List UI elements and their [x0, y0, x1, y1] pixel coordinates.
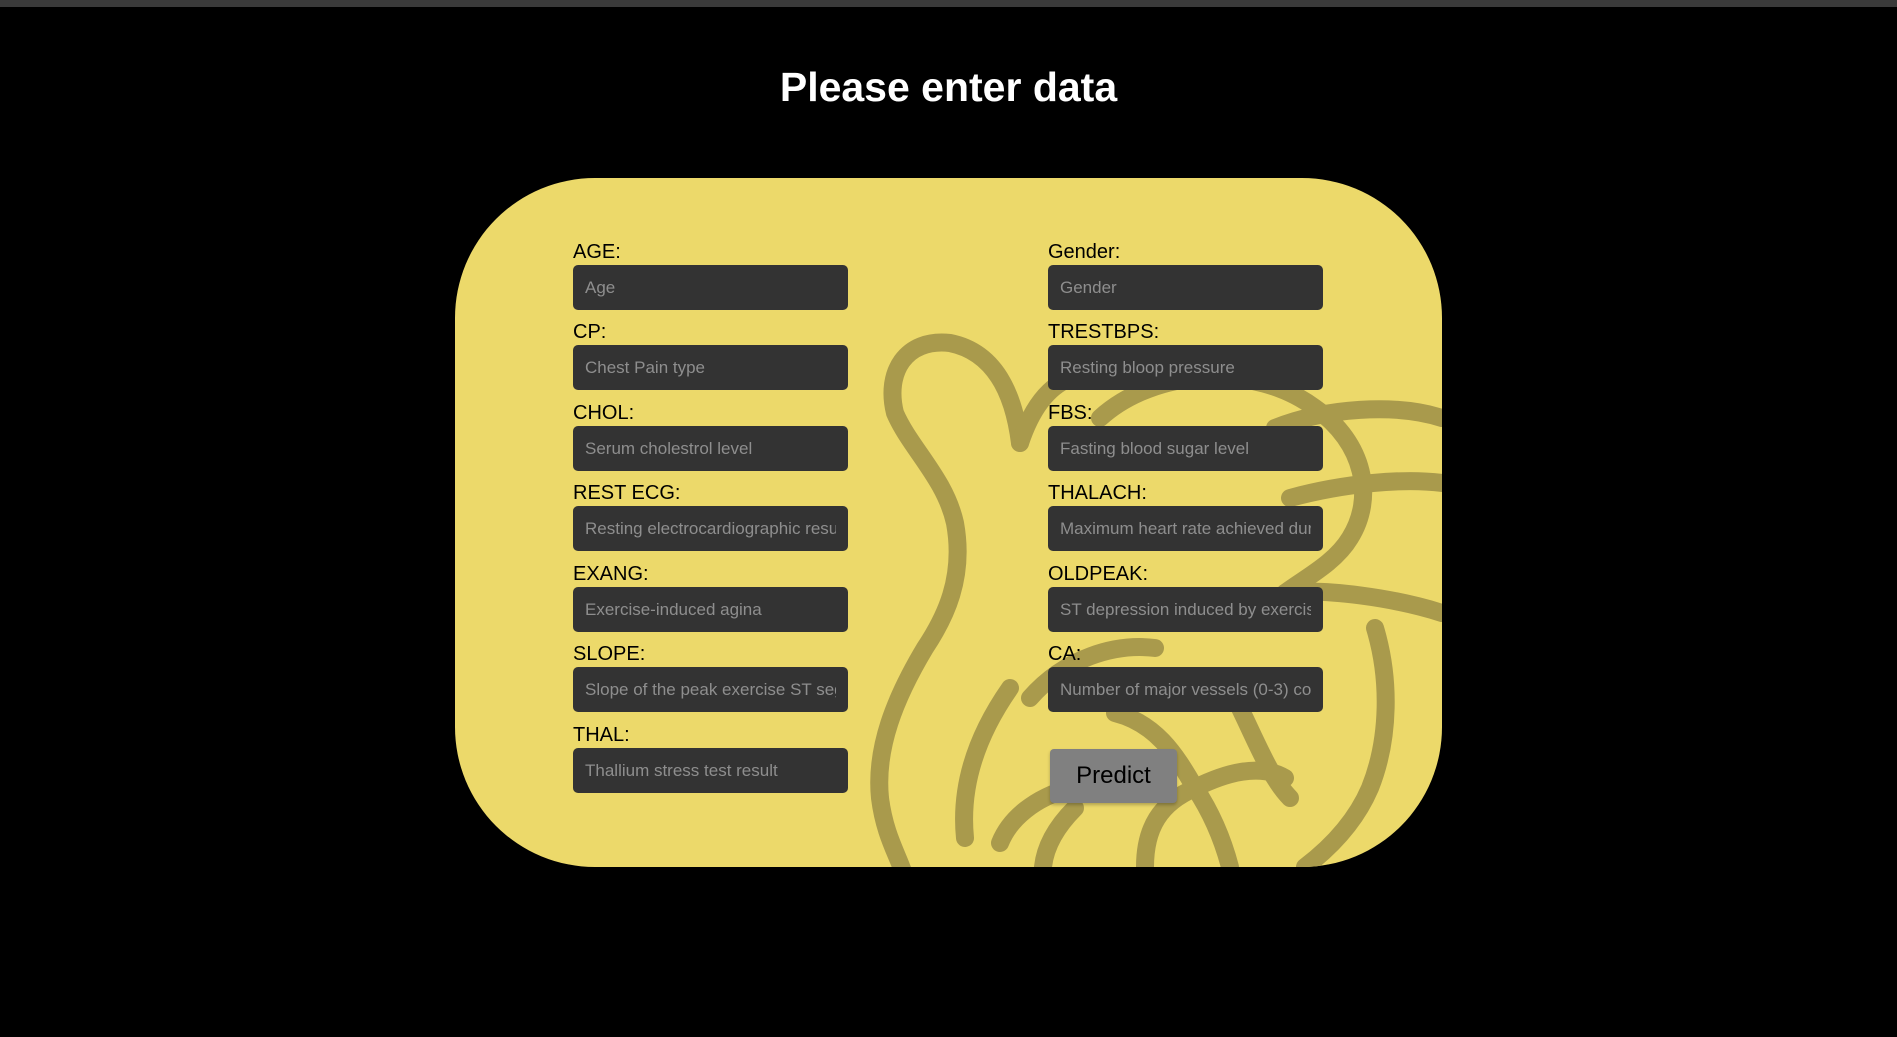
field-oldpeak: OLDPEAK:	[1048, 563, 1323, 632]
field-fbs: FBS:	[1048, 402, 1323, 471]
predict-button[interactable]: Predict	[1050, 749, 1177, 803]
field-label: Gender:	[1048, 241, 1121, 263]
field-gender: Gender:	[1048, 241, 1323, 310]
field-label: CHOL:	[573, 402, 635, 424]
field-label: AGE:	[573, 241, 621, 263]
field-cp: CP:	[573, 321, 848, 390]
field-label: CP:	[573, 321, 607, 343]
page-title: Please enter data	[779, 64, 1118, 110]
field-exang: EXANG:	[573, 563, 848, 632]
prediction-form-card: AGE: CP: CHOL: REST ECG: EXANG: SLOPE: T…	[455, 178, 1442, 867]
chol-input[interactable]	[573, 426, 848, 471]
trestbps-input[interactable]	[1048, 345, 1323, 390]
exang-input[interactable]	[573, 587, 848, 632]
field-thalach: THALACH:	[1048, 482, 1323, 551]
field-ca: CA:	[1048, 643, 1323, 712]
field-label: REST ECG:	[573, 482, 681, 504]
field-label: CA:	[1048, 643, 1082, 665]
thal-input[interactable]	[573, 748, 848, 793]
window-top-border	[0, 0, 1897, 7]
thalach-input[interactable]	[1048, 506, 1323, 551]
gender-input[interactable]	[1048, 265, 1323, 310]
field-label: EXANG:	[573, 563, 649, 585]
field-label: FBS:	[1048, 402, 1093, 424]
field-trestbps: TRESTBPS:	[1048, 321, 1323, 390]
fbs-input[interactable]	[1048, 426, 1323, 471]
field-label: THAL:	[573, 724, 630, 746]
ca-input[interactable]	[1048, 667, 1323, 712]
field-label: SLOPE:	[573, 643, 646, 665]
field-rest-ecg: REST ECG:	[573, 482, 848, 551]
rest-ecg-input[interactable]	[573, 506, 848, 551]
field-age: AGE:	[573, 241, 848, 310]
cp-input[interactable]	[573, 345, 848, 390]
oldpeak-input[interactable]	[1048, 587, 1323, 632]
field-label: TRESTBPS:	[1048, 321, 1160, 343]
field-chol: CHOL:	[573, 402, 848, 471]
slope-input[interactable]	[573, 667, 848, 712]
field-label: THALACH:	[1048, 482, 1147, 504]
age-input[interactable]	[573, 265, 848, 310]
field-label: OLDPEAK:	[1048, 563, 1149, 585]
field-slope: SLOPE:	[573, 643, 848, 712]
field-thal: THAL:	[573, 724, 848, 793]
